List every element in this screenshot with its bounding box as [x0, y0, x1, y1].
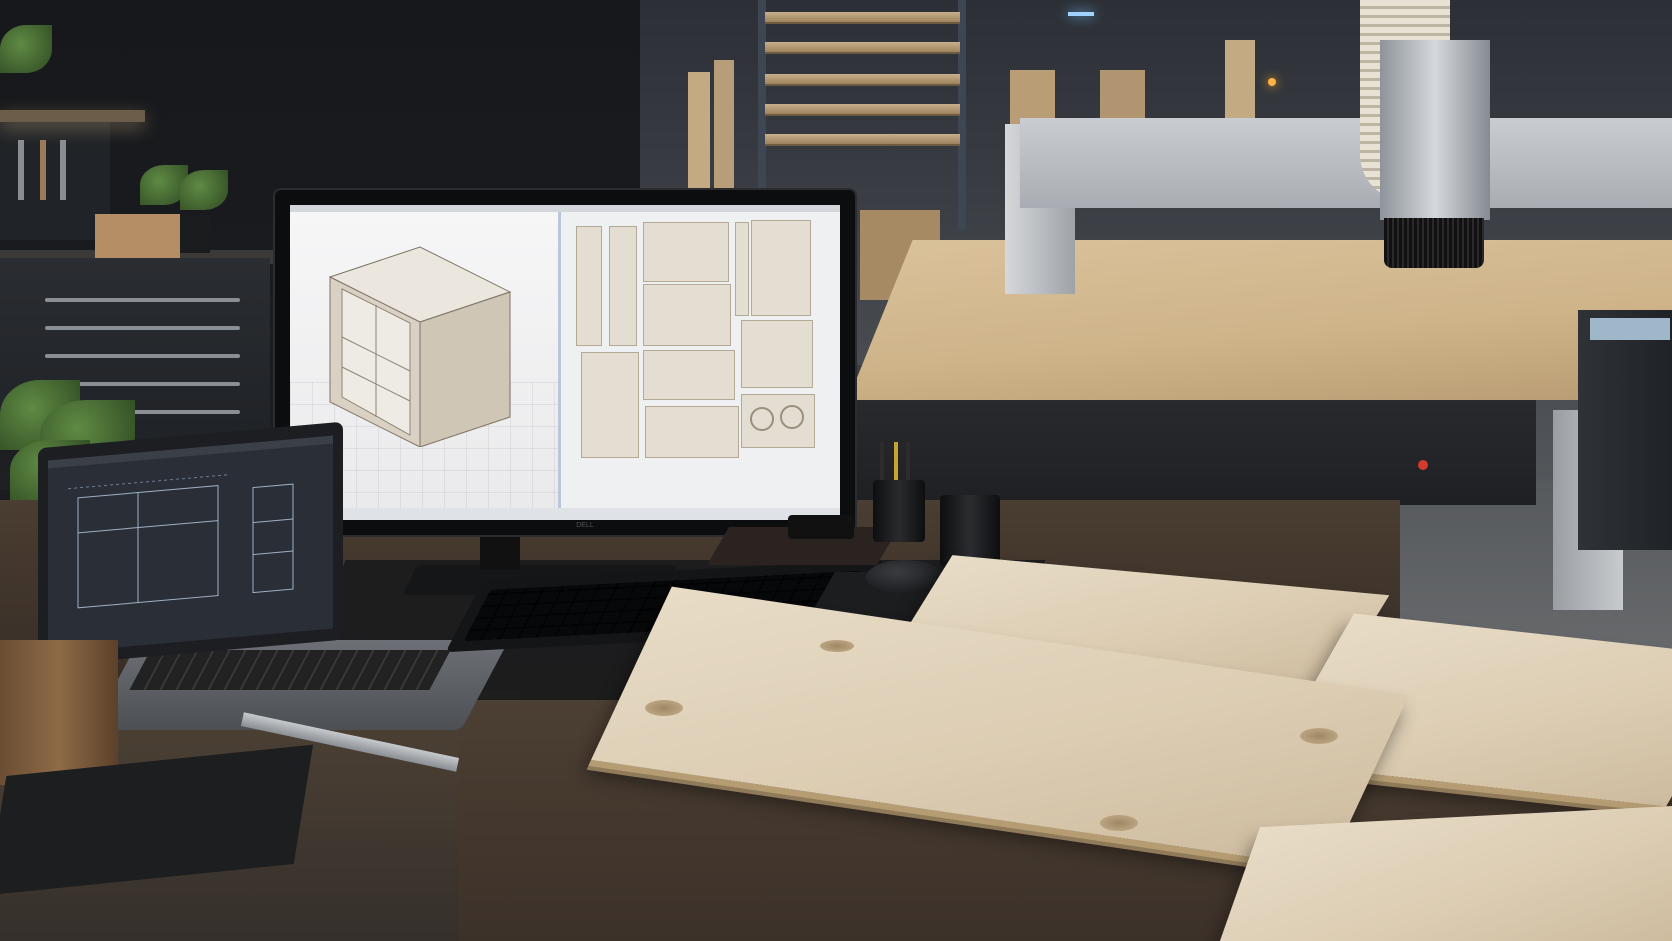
cut-part: [741, 320, 813, 388]
lit-shelf: [0, 110, 145, 122]
drawer-handle: [45, 298, 240, 302]
windows-taskbar: [290, 508, 840, 520]
cut-part-with-holes: [741, 394, 815, 448]
cut-part: [645, 406, 739, 458]
pencil-cup: [873, 480, 925, 542]
pencil: [906, 442, 910, 482]
lumber-plank: [765, 12, 960, 24]
cut-part: [609, 226, 637, 346]
plant-leaf: [180, 170, 228, 210]
laptop-screen: [48, 435, 333, 654]
lumber-plank: [765, 134, 960, 146]
circle-cutout: [780, 405, 804, 429]
hanging-tool: [40, 140, 46, 200]
ceiling-light: [1068, 12, 1094, 16]
workshop-scene: DELL: [0, 0, 1672, 941]
leaning-board: [714, 60, 734, 190]
bore-hole: [1300, 728, 1338, 744]
cad-drawing: [48, 435, 333, 609]
plant-pot: [180, 215, 210, 253]
pencil: [894, 442, 898, 482]
cut-part: [643, 222, 729, 282]
cut-part: [735, 222, 749, 316]
bore-hole: [820, 640, 854, 652]
cnc-spindle: [1380, 40, 1490, 220]
desk-stapler: [788, 515, 854, 539]
lumber-plank: [765, 42, 960, 54]
monitor-stand: [480, 535, 520, 570]
cut-part: [581, 352, 639, 458]
cabinet-3d-model: [328, 246, 512, 447]
cnc-gantry: [1020, 118, 1672, 208]
emergency-stop: [1418, 460, 1428, 470]
bore-hole: [645, 700, 683, 716]
nesting-layout-view: [561, 212, 840, 508]
monitor-logo: DELL: [576, 522, 594, 529]
drawer-handle: [45, 326, 240, 330]
status-light: [1268, 78, 1276, 86]
lumber-plank: [765, 74, 960, 86]
pencil: [880, 442, 884, 482]
bore-hole: [1100, 815, 1138, 831]
dust-brush: [1384, 218, 1484, 268]
cnc-spoilboard: [848, 240, 1672, 400]
leaning-board: [1225, 40, 1255, 130]
control-display: [1590, 318, 1670, 340]
app-toolbar: [290, 205, 840, 212]
leaning-board: [688, 72, 710, 192]
cut-part: [643, 350, 735, 400]
drawer-handle: [45, 354, 240, 358]
wood-block: [0, 640, 118, 785]
cut-part: [751, 220, 811, 316]
control-box: [1578, 310, 1672, 550]
tool-pegboard: [0, 110, 110, 240]
hanging-tool: [18, 140, 24, 200]
plant-leaf: [0, 25, 52, 73]
cad-screen: [290, 205, 840, 520]
cut-part: [576, 226, 602, 346]
wood-block: [95, 214, 180, 258]
circle-cutout: [750, 407, 774, 431]
laptop-keyboard: [129, 650, 451, 690]
lumber-plank: [765, 104, 960, 116]
cut-part: [643, 284, 731, 346]
hanging-tool: [60, 140, 66, 200]
